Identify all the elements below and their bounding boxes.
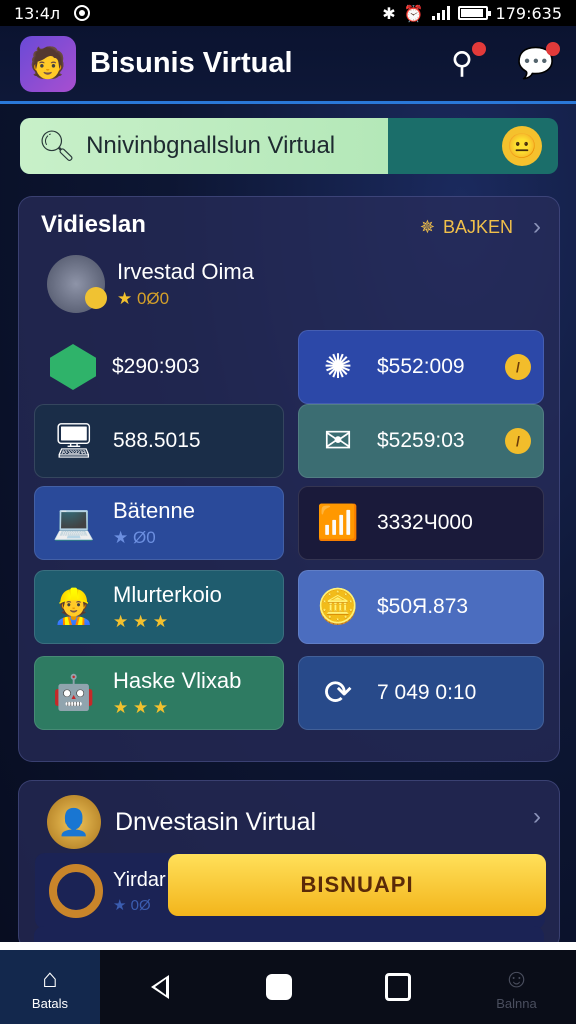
avatar[interactable]: 🧑 <box>20 35 76 92</box>
nav-profile-label: Balnna <box>496 996 537 1011</box>
robot-icon: 🤖 <box>52 674 96 712</box>
rating: ★ Ø0 <box>113 528 156 547</box>
avatar-badge-icon: 👤 <box>47 795 101 849</box>
card-value: $290:903 <box>112 355 200 378</box>
card-1[interactable]: $290:903 <box>34 330 284 404</box>
worker-icon: 👷 <box>52 588 96 626</box>
card-name: Haske Vlixab <box>113 668 242 693</box>
business-button[interactable]: BISNUAPI <box>168 854 546 916</box>
rating: ★ 0Ø <box>113 896 151 914</box>
nav-home[interactable]: ⌂ Batals <box>0 950 100 1024</box>
page-title: Bisunis Virtual <box>90 47 293 79</box>
chevron-right-icon[interactable]: › <box>533 803 541 831</box>
badge-icon: ✵ <box>419 216 435 237</box>
signal-icon <box>431 6 450 20</box>
notification-dot <box>472 42 486 56</box>
card-4[interactable]: ✉ $5259:03 / <box>298 404 544 478</box>
coins-icon <box>47 255 107 313</box>
nav-home-label: Batals <box>31 996 69 1011</box>
ring-icon <box>49 864 103 918</box>
chart-icon: 📶 <box>316 504 360 542</box>
mail-icon: ✉ <box>323 422 353 460</box>
home-button[interactable] <box>219 950 338 1024</box>
panel2-title: Dnvestasin Virtual <box>115 807 317 836</box>
card-7[interactable]: 👷 Mlurterkoio ★ ★ ★ <box>34 570 284 644</box>
card-3[interactable]: 🖥 588.5015 <box>34 404 284 478</box>
panel-title: Vidieslan <box>41 211 146 238</box>
card-9[interactable]: 🤖 Haske Vlixab ★ ★ ★ <box>34 656 284 730</box>
share-icon: ⚲ <box>451 47 473 80</box>
splash-icon: ✺ <box>323 348 353 386</box>
card-5[interactable]: 💻 Bätenne ★ Ø0 <box>34 486 284 560</box>
search-icon: 🔍︎ <box>38 129 77 163</box>
rating-stars: ★ ★ ★ <box>113 698 169 717</box>
home-square-icon <box>265 974 292 1000</box>
coin-icon: / <box>505 354 531 380</box>
rating: ★ 0Ø0 <box>117 289 170 308</box>
notifications-button[interactable]: ⚲ <box>442 42 486 81</box>
search-bar: 🔍︎ 😐 <box>20 118 558 174</box>
back-button[interactable] <box>100 950 219 1024</box>
card-value: $5259:03 <box>377 429 465 452</box>
divider <box>0 942 576 950</box>
bottom-nav: ⌂ Batals ☺ Balnna <box>0 950 576 1024</box>
card-value: $50Я.873 <box>377 595 469 618</box>
card-value: 7 049 0:10 <box>377 681 477 704</box>
card-8[interactable]: 🪙 $50Я.873 <box>298 570 544 644</box>
invest-header[interactable]: Irvestad Oima ★ 0Ø0 <box>47 255 254 313</box>
battery-icon <box>457 6 491 20</box>
card-value: 3332Ч000 <box>377 511 473 534</box>
smiley-icon[interactable]: 😐 <box>502 126 542 166</box>
back-icon <box>150 975 169 999</box>
bluetooth-icon: ✱ <box>382 3 396 23</box>
coin-icon: / <box>505 428 531 454</box>
diamond-icon <box>46 340 100 394</box>
search-input[interactable] <box>86 132 377 160</box>
card-name: Mlurterkoio <box>113 582 222 607</box>
rating-stars: ★ ★ ★ <box>113 612 169 631</box>
recents-icon <box>384 973 411 1001</box>
panel-link-label: BAJKEN <box>442 216 513 237</box>
card-2[interactable]: ✺ $552:009 / <box>298 330 544 404</box>
status-time: 13:4л <box>14 3 61 23</box>
messages-button[interactable]: 💬 <box>516 42 560 81</box>
card-value: $552:009 <box>377 355 465 378</box>
recents-button[interactable] <box>338 950 457 1024</box>
refresh-icon: ⟳ <box>323 674 353 712</box>
card-10[interactable]: ⟳ 7 049 0:10 <box>298 656 544 730</box>
chevron-right-icon: › <box>533 213 541 240</box>
coin-card-icon: 🪙 <box>316 588 360 626</box>
status-clock-right: 179:635 <box>495 3 562 23</box>
panel-link[interactable]: ✵ BAJKEN › <box>420 213 541 241</box>
card-name: Bätenne <box>113 498 195 523</box>
message-dot <box>546 42 560 56</box>
item-name: Yirdar <box>113 868 166 891</box>
invest-name: Irvestad Oima <box>117 259 254 284</box>
profile-icon: ☺ <box>503 963 530 993</box>
status-bar: 13:4л ✱ ⏰ 179:635 <box>0 0 576 26</box>
record-icon <box>74 5 91 21</box>
card-value: 588.5015 <box>113 429 201 452</box>
card-6[interactable]: 📶 3332Ч000 <box>298 486 544 560</box>
laptop-icon: 💻 <box>52 504 96 542</box>
monitor-icon: 🖥 <box>52 422 96 460</box>
app-header: 🧑 Bisunis Virtual ⚲ 💬 <box>0 26 576 104</box>
man-avatar-icon: 🧑 <box>29 47 67 80</box>
nav-profile[interactable]: ☺ Balnna <box>457 950 576 1024</box>
home-icon: ⌂ <box>42 963 58 993</box>
alarm-icon: ⏰ <box>403 3 424 23</box>
